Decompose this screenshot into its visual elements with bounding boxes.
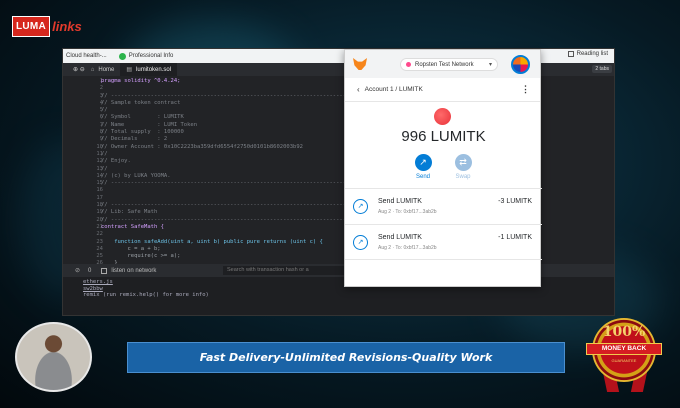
logo-text: links bbox=[52, 18, 82, 34]
code-line[interactable] bbox=[101, 231, 363, 238]
code-line[interactable]: // bbox=[101, 107, 363, 114]
tab-lumitoken[interactable]: ▤ lumitoken.sol bbox=[120, 63, 178, 76]
listen-checkbox[interactable] bbox=[101, 267, 108, 274]
reading-list-button[interactable]: Reading list bbox=[567, 51, 608, 57]
code-line[interactable]: contract SafeMath { bbox=[101, 224, 363, 231]
brand-logo: LUMA links bbox=[12, 15, 82, 37]
bookmark-professional-info[interactable]: Professional Info bbox=[118, 52, 173, 60]
terminal-line[interactable]: sw2bbw bbox=[83, 286, 103, 292]
code-line[interactable]: // Decimals : 2 bbox=[101, 136, 363, 143]
pending-count: 0 bbox=[88, 267, 92, 274]
seller-avatar bbox=[15, 322, 92, 392]
transaction-amount: -3 LUMITK bbox=[498, 198, 532, 205]
zoom-icon[interactable]: ⊕ ⊖ bbox=[73, 66, 85, 73]
send-arrow-icon: ↗ bbox=[414, 154, 432, 171]
transaction-amount: -1 LUMITK bbox=[498, 234, 532, 241]
code-line[interactable] bbox=[101, 85, 363, 92]
code-line[interactable]: // -------------------------------------… bbox=[101, 202, 363, 209]
code-line[interactable]: // -------------------------------------… bbox=[101, 93, 363, 100]
code-line[interactable]: c = a + b; bbox=[101, 246, 363, 253]
logo-box: LUMA bbox=[12, 15, 51, 37]
badge-ribbon-text: MONEY BACK bbox=[586, 343, 662, 355]
token-balance: 996 LUMITK bbox=[401, 128, 486, 145]
code-line[interactable]: // Name : LUMI Token bbox=[101, 122, 363, 129]
code-line[interactable]: // Owner Account : 0x10C2223ba359dfd6554… bbox=[101, 144, 363, 151]
clear-terminal-icon[interactable]: ⊘ bbox=[75, 267, 80, 274]
metamask-fox-icon bbox=[353, 58, 367, 70]
code-line[interactable]: // -------------------------------------… bbox=[101, 180, 363, 187]
code-line[interactable] bbox=[101, 187, 363, 194]
chevron-down-icon: ▾ bbox=[488, 62, 492, 68]
reading-list-icon bbox=[567, 51, 574, 57]
transaction-row[interactable]: ↗ Send LUMITK Aug 2 · To: 0xbf17...3ab2b… bbox=[345, 188, 542, 224]
code-line[interactable]: pragma solidity ^0.4.24; bbox=[101, 78, 363, 85]
metamask-popup: Ropsten Test Network ▾ ‹ Account 1 / LUM… bbox=[344, 49, 542, 287]
code-line[interactable]: // Lib: Safe Math bbox=[101, 209, 363, 216]
code-line[interactable]: // (c) by LUKA YOOMA. bbox=[101, 173, 363, 180]
transaction-subtitle: Aug 2 · To: 0xbf17...3ab2b bbox=[378, 209, 437, 215]
badge-percent: 100% bbox=[602, 324, 646, 340]
back-arrow-icon[interactable]: ‹ bbox=[357, 85, 360, 94]
file-icon: ▤ bbox=[126, 67, 133, 73]
code-line[interactable]: // bbox=[101, 166, 363, 173]
tabs-count-badge[interactable]: 2 tabs bbox=[592, 65, 612, 73]
transaction-row[interactable]: ↗ Send LUMITK Aug 2 · To: 0xbf17...3ab2b… bbox=[345, 224, 542, 260]
transaction-title: Send LUMITK bbox=[378, 198, 422, 205]
account-avatar[interactable] bbox=[511, 55, 530, 74]
send-arrow-icon: ↗ bbox=[353, 235, 368, 250]
code-line[interactable]: // Symbol : LUMITK bbox=[101, 114, 363, 121]
asset-breadcrumb-bar: ‹ Account 1 / LUMITK ⋮ bbox=[345, 78, 540, 102]
transaction-title: Send LUMITK bbox=[378, 234, 422, 241]
tab-home[interactable]: ⌂ Home bbox=[85, 63, 121, 76]
home-icon: ⌂ bbox=[90, 66, 95, 73]
code-line[interactable]: // Enjoy. bbox=[101, 158, 363, 165]
terminal-search-input[interactable]: Search with transaction hash or a bbox=[223, 266, 363, 275]
listen-label: listen on network bbox=[111, 267, 157, 274]
breadcrumb: Account 1 / LUMITK bbox=[364, 86, 423, 93]
network-dot-icon bbox=[406, 62, 411, 67]
code-line[interactable]: // bbox=[101, 151, 363, 158]
services-banner: Fast Delivery-Unlimited Revisions-Qualit… bbox=[127, 342, 565, 373]
code-line[interactable]: require(c >= a); bbox=[101, 253, 363, 260]
code-line[interactable]: // -------------------------------------… bbox=[101, 217, 363, 224]
terminal-line[interactable]: ethers.js bbox=[83, 279, 113, 285]
bookmark-icon bbox=[118, 52, 126, 60]
swap-icon: ⇄ bbox=[454, 154, 472, 171]
badge-guarantee-text: GUARANTEE bbox=[611, 358, 637, 363]
bookmark-cloud-health[interactable]: Cloud health-... bbox=[66, 53, 107, 59]
swap-button[interactable]: ⇄ Swap bbox=[443, 154, 483, 180]
send-button[interactable]: ↗ Send bbox=[403, 154, 443, 180]
money-back-badge: 100% MONEY BACK GUARANTEE bbox=[586, 318, 662, 382]
send-arrow-icon: ↗ bbox=[353, 199, 368, 214]
code-line[interactable]: // Sample token contract bbox=[101, 100, 363, 107]
metamask-header: Ropsten Test Network ▾ bbox=[345, 50, 540, 78]
code-line[interactable]: // Total supply : 100000 bbox=[101, 129, 363, 136]
network-selector[interactable]: Ropsten Test Network ▾ bbox=[400, 58, 498, 71]
terminal-line: remix (run remix.help() for more info) bbox=[83, 292, 209, 298]
transaction-subtitle: Aug 2 · To: 0xbf17...3ab2b bbox=[378, 245, 437, 251]
code-line[interactable] bbox=[101, 195, 363, 202]
options-menu-icon[interactable]: ⋮ bbox=[521, 84, 530, 95]
code-line[interactable]: function safeAdd(uint a, uint b) public … bbox=[101, 239, 363, 246]
token-icon bbox=[434, 108, 451, 125]
